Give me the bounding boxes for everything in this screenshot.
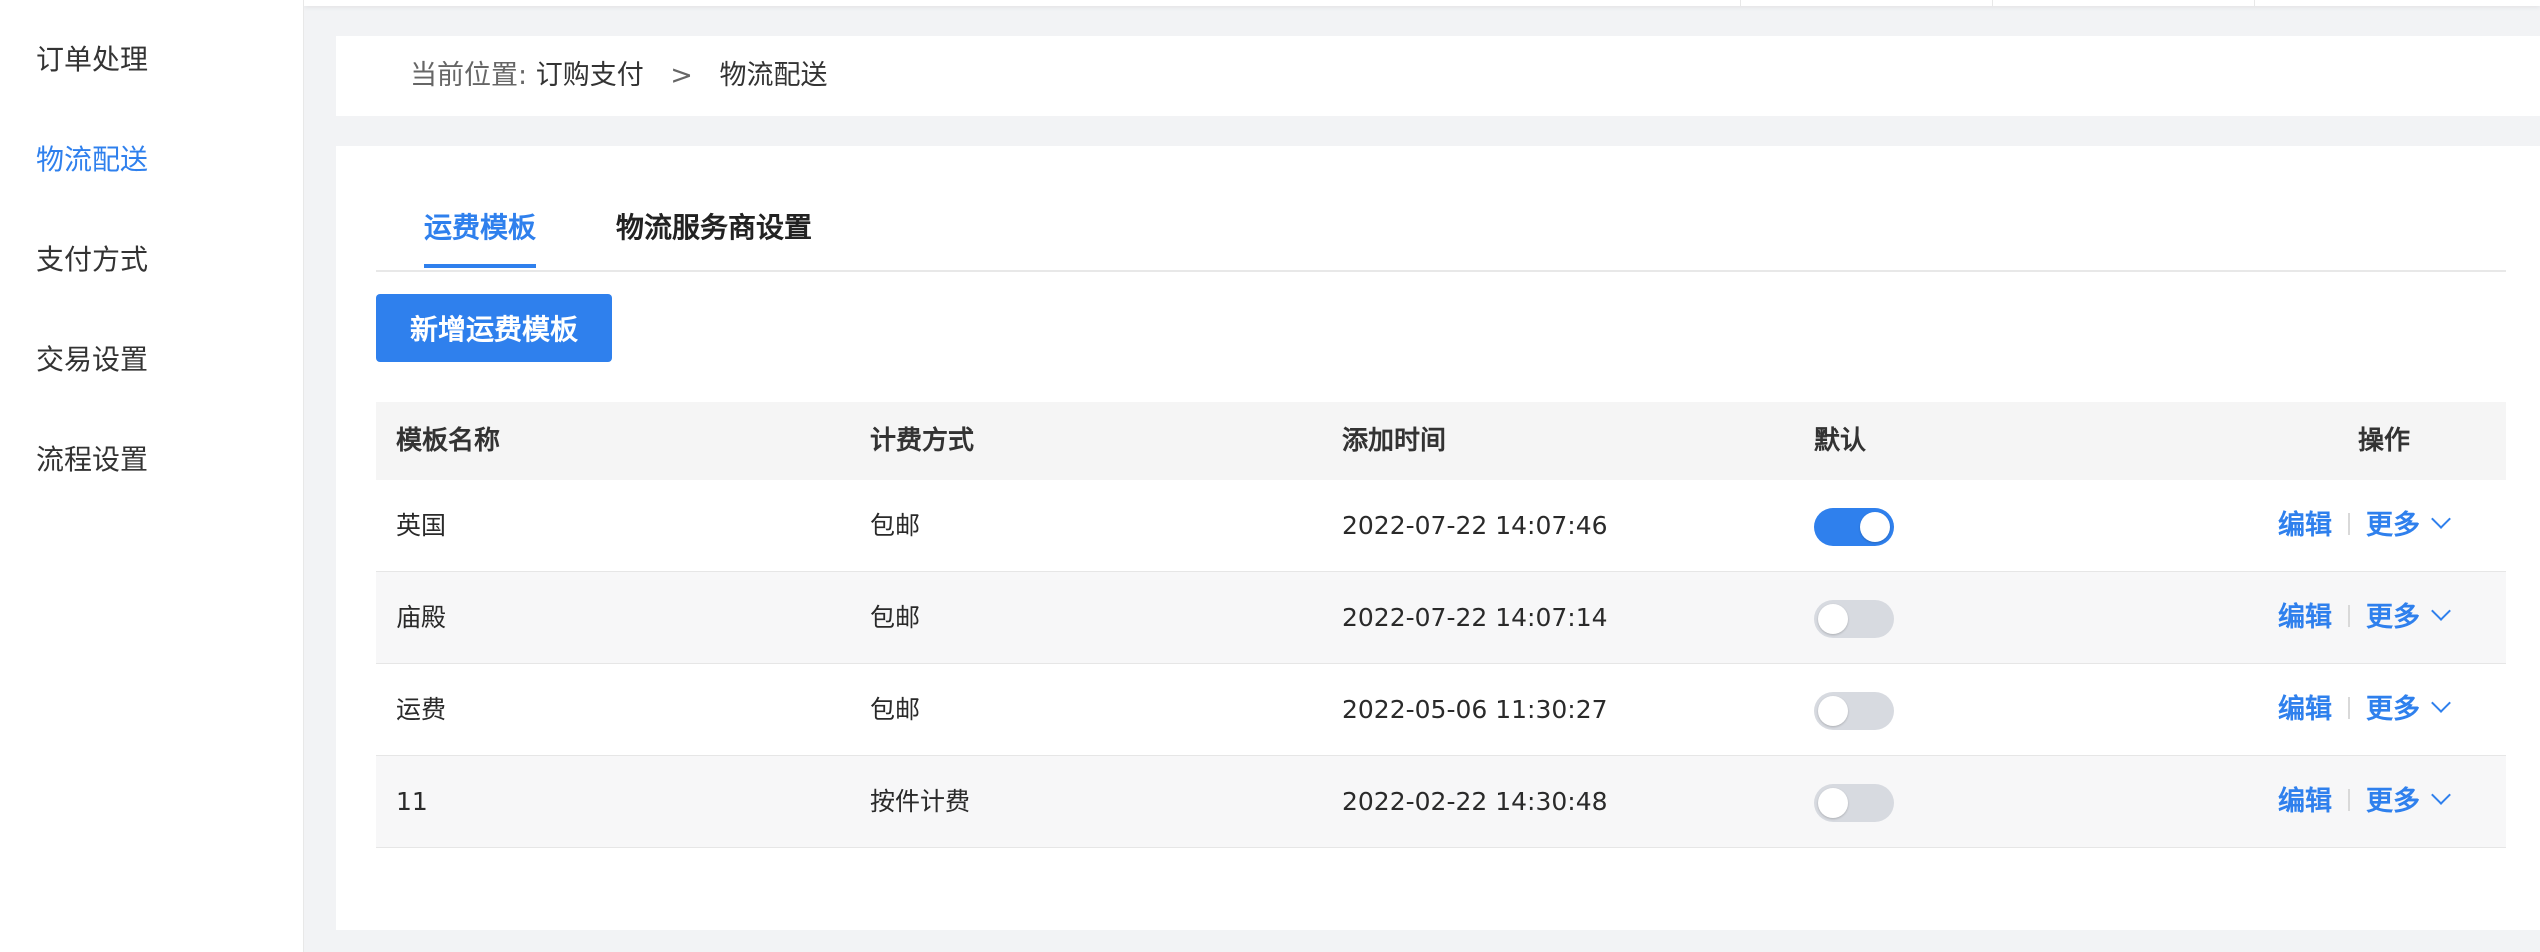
sidebar: 订单处理 物流配送 支付方式 交易设置 流程设置 <box>0 0 304 952</box>
top-bar-divider <box>1992 0 1993 6</box>
more-label: 更多 <box>2366 694 2420 725</box>
more-dropdown[interactable]: 更多 <box>2366 509 2451 541</box>
top-bar-divider <box>2254 0 2255 6</box>
main-panel: 运费模板 物流服务商设置 新增运费模板 模板名称 计费方式 添加时间 默认 操作… <box>336 146 2540 930</box>
breadcrumb-item-order-payment[interactable]: 订购支付 <box>536 60 644 91</box>
template-name-cell: 运费 <box>396 695 447 724</box>
breadcrumb-card: 当前位置: 订购支付 > 物流配送 <box>336 36 2540 116</box>
top-bar <box>304 0 2540 6</box>
toggle-knob <box>1818 788 1848 818</box>
more-dropdown[interactable]: 更多 <box>2366 601 2451 633</box>
sidebar-item-logistics[interactable]: 物流配送 <box>36 140 148 180</box>
action-divider <box>2348 696 2350 719</box>
billing-method-cell: 按件计费 <box>870 787 971 816</box>
table-row: 英国 包邮 2022-07-22 14:07:46 编辑 更多 <box>376 480 2506 572</box>
billing-method-cell: 包邮 <box>870 511 921 540</box>
sidebar-item-order-processing[interactable]: 订单处理 <box>36 40 148 80</box>
row-actions: 编辑 更多 <box>2278 572 2451 664</box>
edit-link[interactable]: 编辑 <box>2278 510 2332 541</box>
row-actions: 编辑 更多 <box>2278 756 2451 848</box>
default-toggle[interactable] <box>1814 600 1894 638</box>
default-toggle[interactable] <box>1814 692 1894 730</box>
toggle-knob <box>1860 512 1890 542</box>
column-header-actions: 操作 <box>2358 426 2411 456</box>
more-dropdown[interactable]: 更多 <box>2366 693 2451 725</box>
chevron-down-icon <box>2431 785 2451 805</box>
column-header-template-name: 模板名称 <box>396 426 501 456</box>
chevron-down-icon <box>2431 693 2451 713</box>
edit-link[interactable]: 编辑 <box>2278 602 2332 633</box>
added-time-cell: 2022-02-22 14:30:48 <box>1342 787 1608 816</box>
sidebar-item-payment-methods[interactable]: 支付方式 <box>36 240 148 280</box>
breadcrumb-item-logistics[interactable]: 物流配送 <box>720 60 828 91</box>
added-time-cell: 2022-05-06 11:30:27 <box>1342 695 1608 724</box>
template-name-cell: 11 <box>396 787 428 816</box>
sidebar-item-process-settings[interactable]: 流程设置 <box>36 440 148 480</box>
billing-method-cell: 包邮 <box>870 695 921 724</box>
toggle-knob <box>1818 604 1848 634</box>
more-label: 更多 <box>2366 602 2420 633</box>
sidebar-item-trade-settings[interactable]: 交易设置 <box>36 340 148 380</box>
table-header: 模板名称 计费方式 添加时间 默认 操作 <box>376 402 2506 480</box>
more-label: 更多 <box>2366 786 2420 817</box>
edit-link[interactable]: 编辑 <box>2278 786 2332 817</box>
tab-bar: 运费模板 物流服务商设置 <box>376 202 2506 272</box>
more-label: 更多 <box>2366 510 2420 541</box>
shipping-template-table: 模板名称 计费方式 添加时间 默认 操作 英国 包邮 2022-07-22 14… <box>376 402 2506 848</box>
table-row: 庙殿 包邮 2022-07-22 14:07:14 编辑 更多 <box>376 572 2506 664</box>
column-header-default: 默认 <box>1814 426 1867 456</box>
billing-method-cell: 包邮 <box>870 603 921 632</box>
row-actions: 编辑 更多 <box>2278 664 2451 756</box>
more-dropdown[interactable]: 更多 <box>2366 785 2451 817</box>
breadcrumb: 当前位置: 订购支付 > 物流配送 <box>410 56 828 96</box>
chevron-down-icon <box>2431 509 2451 529</box>
added-time-cell: 2022-07-22 14:07:46 <box>1342 511 1608 540</box>
template-name-cell: 庙殿 <box>396 603 447 632</box>
column-header-added-time: 添加时间 <box>1342 426 1447 456</box>
breadcrumb-prefix: 当前位置: <box>410 60 528 91</box>
action-divider <box>2348 512 2350 535</box>
chevron-down-icon <box>2431 601 2451 621</box>
edit-link[interactable]: 编辑 <box>2278 694 2332 725</box>
row-actions: 编辑 更多 <box>2278 480 2451 572</box>
tab-logistics-provider-settings[interactable]: 物流服务商设置 <box>616 202 812 268</box>
column-header-billing-method: 计费方式 <box>870 426 975 456</box>
add-shipping-template-button[interactable]: 新增运费模板 <box>376 294 612 362</box>
table-row: 11 按件计费 2022-02-22 14:30:48 编辑 更多 <box>376 756 2506 848</box>
template-name-cell: 英国 <box>396 511 447 540</box>
default-toggle[interactable] <box>1814 784 1894 822</box>
breadcrumb-separator: > <box>670 60 693 91</box>
table-row: 运费 包邮 2022-05-06 11:30:27 编辑 更多 <box>376 664 2506 756</box>
default-toggle[interactable] <box>1814 508 1894 546</box>
added-time-cell: 2022-07-22 14:07:14 <box>1342 603 1608 632</box>
toggle-knob <box>1818 696 1848 726</box>
action-divider <box>2348 788 2350 811</box>
action-divider <box>2348 604 2350 627</box>
tab-shipping-templates[interactable]: 运费模板 <box>424 202 537 268</box>
top-bar-divider <box>1740 0 1741 6</box>
